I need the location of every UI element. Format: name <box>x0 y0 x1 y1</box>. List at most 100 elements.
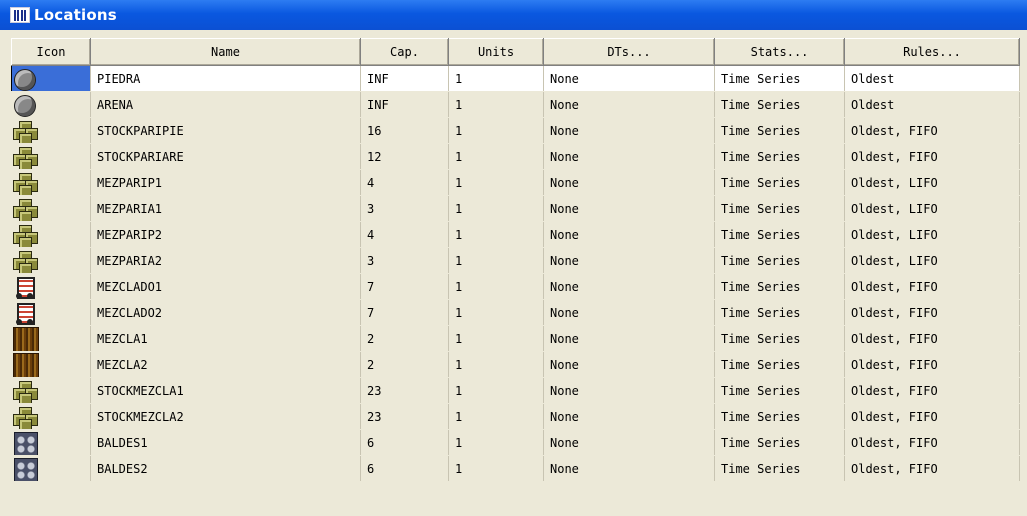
rules-cell[interactable]: Oldest, FIFO <box>844 273 1020 300</box>
dts-cell[interactable]: None <box>543 221 715 248</box>
table-row[interactable]: MEZCLADO2 7 1 None Time Series Oldest, FIFO <box>11 299 1020 326</box>
row-icon-cell[interactable] <box>11 377 91 404</box>
name-cell[interactable]: MEZPARIA1 <box>90 195 361 222</box>
units-cell[interactable]: 1 <box>448 247 544 274</box>
column-header-name[interactable]: Name <box>90 38 361 66</box>
stats-cell[interactable]: Time Series <box>714 325 845 352</box>
dts-cell[interactable]: None <box>543 65 715 92</box>
rules-cell[interactable]: Oldest, FIFO <box>844 325 1020 352</box>
dts-cell[interactable]: None <box>543 143 715 170</box>
cap-cell[interactable]: 23 <box>360 377 449 404</box>
units-cell[interactable]: 1 <box>448 299 544 326</box>
rules-cell[interactable]: Oldest, FIFO <box>844 403 1020 430</box>
name-cell[interactable]: MEZPARIP1 <box>90 169 361 196</box>
stats-cell[interactable]: Time Series <box>714 455 845 482</box>
units-cell[interactable]: 1 <box>448 273 544 300</box>
dts-cell[interactable]: None <box>543 247 715 274</box>
stats-cell[interactable]: Time Series <box>714 403 845 430</box>
name-cell[interactable]: MEZCLA2 <box>90 351 361 378</box>
units-cell[interactable]: 1 <box>448 195 544 222</box>
table-row[interactable]: STOCKMEZCLA2 23 1 None Time Series Oldest, FI… <box>11 403 1020 430</box>
stats-cell[interactable]: Time Series <box>714 273 845 300</box>
table-row[interactable]: ARENA INF 1 None Time Series Oldest <box>11 91 1020 118</box>
name-cell[interactable]: STOCKMEZCLA2 <box>90 403 361 430</box>
cap-cell[interactable]: INF <box>360 65 449 92</box>
units-cell[interactable]: 1 <box>448 455 544 482</box>
name-cell[interactable]: MEZPARIP2 <box>90 221 361 248</box>
column-header-units[interactable]: Units <box>448 38 544 66</box>
dts-cell[interactable]: None <box>543 455 715 482</box>
table-row[interactable]: PIEDRA INF 1 None Time Series Oldest <box>11 65 1020 92</box>
rules-cell[interactable]: Oldest, LIFO <box>844 195 1020 222</box>
dts-cell[interactable]: None <box>543 377 715 404</box>
row-icon-cell[interactable] <box>11 169 91 196</box>
name-cell[interactable]: ARENA <box>90 91 361 118</box>
dts-cell[interactable]: None <box>543 195 715 222</box>
row-icon-cell[interactable] <box>11 429 91 456</box>
row-icon-cell[interactable] <box>11 91 91 118</box>
stats-cell[interactable]: Time Series <box>714 143 845 170</box>
title-bar[interactable]: Locations <box>0 0 1027 30</box>
table-row[interactable]: BALDES2 6 1 None Time Series Oldest, FIFO <box>11 455 1020 482</box>
dts-cell[interactable]: None <box>543 351 715 378</box>
units-cell[interactable]: 1 <box>448 91 544 118</box>
stats-cell[interactable]: Time Series <box>714 377 845 404</box>
rules-cell[interactable]: Oldest <box>844 91 1020 118</box>
rules-cell[interactable]: Oldest, FIFO <box>844 117 1020 144</box>
units-cell[interactable]: 1 <box>448 403 544 430</box>
name-cell[interactable]: BALDES2 <box>90 455 361 482</box>
cap-cell[interactable]: 7 <box>360 273 449 300</box>
table-row[interactable]: MEZPARIA2 3 1 None Time Series Oldest, LIFO <box>11 247 1020 274</box>
stats-cell[interactable]: Time Series <box>714 195 845 222</box>
stats-cell[interactable]: Time Series <box>714 117 845 144</box>
rules-cell[interactable]: Oldest, FIFO <box>844 377 1020 404</box>
units-cell[interactable]: 1 <box>448 325 544 352</box>
table-row[interactable]: MEZCLADO1 7 1 None Time Series Oldest, FIFO <box>11 273 1020 300</box>
column-header-cap[interactable]: Cap. <box>360 38 449 66</box>
table-row[interactable]: MEZCLA1 2 1 None Time Series Oldest, FIFO <box>11 325 1020 352</box>
cap-cell[interactable]: 3 <box>360 247 449 274</box>
stats-cell[interactable]: Time Series <box>714 91 845 118</box>
rules-cell[interactable]: Oldest, FIFO <box>844 429 1020 456</box>
units-cell[interactable]: 1 <box>448 65 544 92</box>
row-icon-cell[interactable] <box>11 455 91 482</box>
row-icon-cell[interactable] <box>11 117 91 144</box>
column-header-stats[interactable]: Stats... <box>714 38 845 66</box>
name-cell[interactable]: STOCKMEZCLA1 <box>90 377 361 404</box>
row-icon-cell[interactable] <box>11 299 91 326</box>
row-icon-cell[interactable] <box>11 143 91 170</box>
stats-cell[interactable]: Time Series <box>714 247 845 274</box>
units-cell[interactable]: 1 <box>448 169 544 196</box>
table-row[interactable]: BALDES1 6 1 None Time Series Oldest, FIFO <box>11 429 1020 456</box>
table-row[interactable]: MEZPARIP1 4 1 None Time Series Oldest, LIFO <box>11 169 1020 196</box>
dts-cell[interactable]: None <box>543 429 715 456</box>
dts-cell[interactable]: None <box>543 403 715 430</box>
table-row[interactable]: MEZCLA2 2 1 None Time Series Oldest, FIFO <box>11 351 1020 378</box>
column-header-dts[interactable]: DTs... <box>543 38 715 66</box>
name-cell[interactable]: MEZCLA1 <box>90 325 361 352</box>
cap-cell[interactable]: 16 <box>360 117 449 144</box>
cap-cell[interactable]: 7 <box>360 299 449 326</box>
dts-cell[interactable]: None <box>543 91 715 118</box>
dts-cell[interactable]: None <box>543 299 715 326</box>
units-cell[interactable]: 1 <box>448 117 544 144</box>
units-cell[interactable]: 1 <box>448 429 544 456</box>
row-icon-cell[interactable] <box>11 221 91 248</box>
cap-cell[interactable]: INF <box>360 91 449 118</box>
cap-cell[interactable]: 2 <box>360 351 449 378</box>
units-cell[interactable]: 1 <box>448 377 544 404</box>
column-header-icon[interactable]: Icon <box>11 38 91 66</box>
rules-cell[interactable]: Oldest <box>844 65 1020 92</box>
row-icon-cell[interactable] <box>11 65 91 92</box>
name-cell[interactable]: STOCKPARIARE <box>90 143 361 170</box>
name-cell[interactable]: PIEDRA <box>90 65 361 92</box>
dts-cell[interactable]: None <box>543 325 715 352</box>
cap-cell[interactable]: 2 <box>360 325 449 352</box>
stats-cell[interactable]: Time Series <box>714 169 845 196</box>
stats-cell[interactable]: Time Series <box>714 65 845 92</box>
row-icon-cell[interactable] <box>11 195 91 222</box>
rules-cell[interactable]: Oldest, LIFO <box>844 221 1020 248</box>
table-row[interactable]: STOCKPARIARE 12 1 None Time Series Oldest, FI… <box>11 143 1020 170</box>
rules-cell[interactable]: Oldest, FIFO <box>844 299 1020 326</box>
cap-cell[interactable]: 3 <box>360 195 449 222</box>
